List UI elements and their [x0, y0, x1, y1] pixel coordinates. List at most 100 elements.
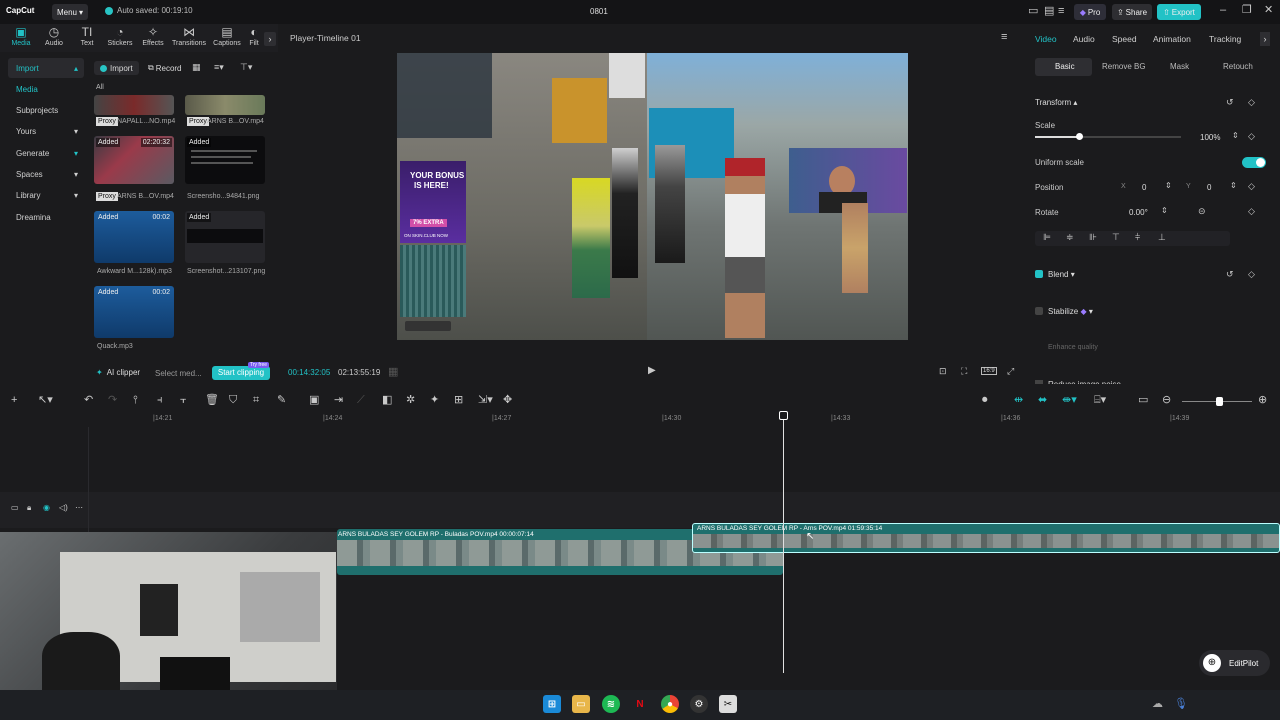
align-middle-icon[interactable]: ⫩ [1135, 233, 1140, 242]
filter-icon[interactable]: ⊤▾ [240, 63, 252, 72]
mic-icon[interactable]: 🎙︎ [1174, 699, 1188, 710]
sidebar-item-spaces[interactable]: Spaces ▾ [8, 164, 84, 184]
align-right-icon[interactable]: ⊪ [1089, 233, 1097, 242]
resize-icon[interactable]: ⊞ [454, 395, 463, 406]
subtab-retouch[interactable]: Retouch [1223, 62, 1253, 71]
stepper-icon[interactable]: ⇕ [1230, 182, 1237, 190]
start-clipping-button[interactable]: Start clipping [212, 366, 270, 380]
media-thumb[interactable] [185, 95, 265, 115]
stepper-icon[interactable]: ⇕ [1165, 182, 1172, 190]
media-thumb[interactable]: Added [185, 136, 265, 184]
netflix-icon[interactable]: N [631, 695, 649, 713]
sidebar-item-yours[interactable]: Yours ▾ [8, 122, 84, 142]
cloud-icon[interactable]: ☁ [1152, 699, 1163, 710]
tab-tracking[interactable]: Tracking [1209, 34, 1241, 44]
chevron-right-icon[interactable]: › [1260, 32, 1270, 46]
export-button[interactable]: ⇧ Export [1157, 4, 1201, 20]
play-icon[interactable]: ▶ [648, 366, 656, 376]
grid-view-icon[interactable]: ▦ [192, 63, 201, 72]
transform-section[interactable]: Transform ▴ [1035, 98, 1077, 107]
crop-icon[interactable]: ⌗ [253, 395, 259, 406]
aspect-ratio-button[interactable]: 16:9 [981, 367, 997, 375]
align-center-icon[interactable]: ≑ [1066, 233, 1074, 242]
scale-slider-knob[interactable] [1076, 133, 1083, 140]
export-frame-icon[interactable]: ⇲▾ [478, 395, 493, 406]
y-value[interactable]: 0 [1207, 183, 1211, 192]
ai-clipper[interactable]: ✦ AI clipper [96, 368, 140, 377]
chrome-icon[interactable]: ● [661, 695, 679, 713]
magic-icon[interactable]: ✦ [430, 395, 439, 406]
sidebar-item-library[interactable]: Library ▾ [8, 186, 84, 206]
editpilot-button[interactable]: ⊕ EditPilot [1199, 650, 1270, 676]
stepper-icon[interactable]: ⇕ [1161, 207, 1168, 215]
tab-animation[interactable]: Animation [1153, 34, 1191, 44]
sidebar-item-media[interactable]: Media [8, 79, 84, 99]
windows-start-icon[interactable]: ⊞ [543, 695, 561, 713]
playhead-handle[interactable] [779, 411, 788, 420]
subtab-remove-bg[interactable]: Remove BG [1102, 62, 1146, 71]
captions-icon[interactable]: ▭ [1138, 395, 1148, 406]
mask-icon[interactable]: ⟋ [357, 395, 365, 406]
stabilize-section[interactable]: Stabilize ◆ ▾ [1048, 307, 1093, 316]
effects-icon[interactable]: ✲ [406, 395, 415, 406]
sort-icon[interactable]: ≡▾ [214, 63, 224, 72]
media-thumb[interactable]: Added 02:20:32 [94, 136, 174, 184]
track-cover-icon[interactable]: ▭ [11, 504, 19, 512]
timeline[interactable]: ▭ 🔒︎ ◉ ◁) ⋯ ARNS BULADAS SEY GOLEM RP - … [0, 411, 1280, 690]
sidebar-item-dreamina[interactable]: Dreamina [8, 207, 84, 227]
split-screen-icon[interactable]: ⌸▾ [1094, 395, 1106, 406]
freeze-icon[interactable]: ▣ [309, 395, 319, 406]
tab-audio[interactable]: Audio [1073, 34, 1095, 44]
close-icon[interactable]: ✕ [1264, 5, 1273, 16]
speaker-icon[interactable]: ◁) [59, 504, 68, 512]
tab-effects[interactable]: ✧ Effects [136, 26, 170, 47]
record-button[interactable]: ⧉ Record [148, 61, 182, 75]
capcut-taskbar-icon[interactable]: ✂ [719, 695, 737, 713]
tab-captions[interactable]: ▤ Captions [210, 26, 244, 47]
steam-icon[interactable]: ⚙ [690, 695, 708, 713]
grid-icon[interactable]: ▦ [388, 367, 398, 378]
filter-all[interactable]: All [96, 84, 104, 91]
preview-axis-icon[interactable]: ⇼▾ [1062, 395, 1077, 406]
split-icon[interactable]: ⫯ [133, 395, 138, 406]
noise-checkbox[interactable] [1035, 380, 1043, 384]
layout-icon[interactable]: ▭ [1028, 6, 1038, 17]
align-bottom-icon[interactable]: ⊥ [1158, 233, 1166, 242]
tab-speed[interactable]: Speed [1112, 34, 1137, 44]
sidebar-item-subprojects[interactable]: Subprojects [8, 101, 84, 121]
media-thumb[interactable]: Added [185, 211, 265, 263]
more-icon[interactable]: ⋯ [75, 504, 83, 512]
fullscreen-crop-icon[interactable]: ⛶ [961, 367, 967, 376]
tab-stickers[interactable]: ◔ Stickers [103, 26, 137, 47]
video-preview[interactable]: YOUR BONUS IS HERE! 7% EXTRA ON SKIN.CLU… [397, 53, 908, 340]
spotify-icon[interactable]: ≋ [602, 695, 620, 713]
lock-icon[interactable]: 🔒︎ [27, 504, 31, 512]
file-explorer-icon[interactable]: ▭ [572, 695, 590, 713]
tab-media[interactable]: ▣ Media [4, 26, 38, 47]
uniform-scale-toggle[interactable] [1242, 157, 1266, 168]
eye-icon[interactable]: ◉ [43, 504, 50, 512]
align-left-icon[interactable]: ⊫ [1043, 233, 1051, 242]
minimize-icon[interactable]: – [1220, 5, 1226, 16]
trim-icon[interactable]: ⇥ [334, 395, 343, 406]
tab-video[interactable]: Video [1035, 34, 1057, 44]
align-top-icon[interactable]: ⊤ [1112, 233, 1120, 242]
keyframe-icon[interactable]: ◇ [1248, 132, 1255, 141]
zoom-slider-knob[interactable] [1216, 397, 1223, 406]
rotate-value[interactable]: 0.00° [1129, 208, 1148, 217]
pen-icon[interactable]: ✎ [277, 395, 286, 406]
select-tool-icon[interactable]: ↖▾ [38, 395, 53, 406]
subtab-basic[interactable]: Basic [1055, 62, 1075, 71]
keyframe-icon[interactable]: ◇ [1248, 182, 1255, 191]
fit-icon[interactable]: ⊡ [939, 367, 947, 376]
snap-icon[interactable]: ⬌ [1038, 395, 1047, 406]
playhead[interactable] [783, 413, 784, 673]
blend-checkbox[interactable] [1035, 270, 1043, 278]
split-right-icon[interactable]: ⫟ [180, 395, 187, 406]
scale-value[interactable]: 100% [1200, 133, 1220, 142]
microphone-icon[interactable]: ⏺ [982, 395, 988, 406]
shortcuts-icon[interactable]: ▤ [1044, 6, 1054, 17]
import-button[interactable]: Import [94, 61, 139, 75]
mirror-icon[interactable]: ◧ [382, 395, 392, 406]
stabilize-checkbox[interactable] [1035, 307, 1043, 315]
